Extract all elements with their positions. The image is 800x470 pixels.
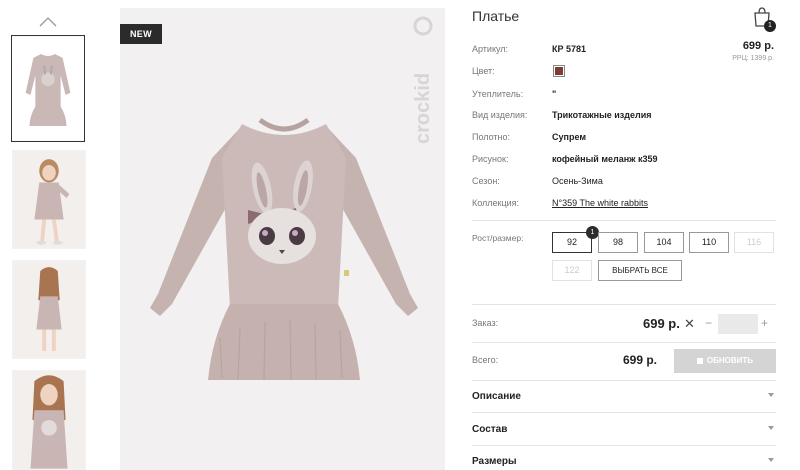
size-label: Рост/размер:	[472, 233, 524, 243]
accordion-title: Размеры	[472, 456, 517, 467]
attr-value: Трикотажные изделия	[552, 110, 652, 120]
product-info-panel: Платье 1 Артикул: КР 5781 699 р. РРЦ: 13…	[472, 0, 776, 470]
thumbnail-strip	[8, 8, 88, 470]
attr-product-type: Вид изделия: Трикотажные изделия	[472, 110, 776, 124]
divider	[472, 412, 776, 413]
attr-label: Рисунок:	[472, 154, 509, 164]
accordion-description[interactable]: Описание	[472, 381, 776, 409]
attr-insulation: Утеплитель: "	[472, 89, 776, 103]
increase-qty-button[interactable]: +	[761, 316, 768, 330]
product-price: 699 р.	[742, 40, 774, 52]
accordion-composition[interactable]: Состав	[472, 414, 776, 442]
attr-fabric: Полотно: Супрем	[472, 132, 776, 146]
attr-label: Цвет:	[472, 66, 495, 76]
cart-button[interactable]: 1	[752, 6, 776, 32]
chevron-down-icon	[768, 393, 774, 397]
attr-label: Коллекция:	[472, 198, 520, 208]
cart-count-badge: 1	[764, 20, 776, 32]
order-price: 699 р.	[643, 316, 680, 331]
rrp-price: РРЦ: 1399 р.	[732, 55, 774, 62]
divider	[472, 220, 776, 221]
attr-label: Сезон:	[472, 176, 500, 186]
dress-illustration	[150, 117, 418, 381]
update-button[interactable]: ОБНОВИТЬ	[674, 349, 776, 373]
chevron-up-icon[interactable]	[38, 14, 58, 28]
thumbnail-model-back[interactable]	[12, 260, 86, 359]
size-option-116: 116	[734, 232, 774, 253]
svg-text:crockid: crockid	[412, 73, 434, 144]
attr-label: Утеплитель:	[472, 89, 524, 99]
attr-value: "	[552, 89, 557, 99]
attr-value: кофейный меланж к359	[552, 154, 658, 164]
attr-label: Вид изделия:	[472, 110, 528, 120]
quantity-input[interactable]	[718, 314, 758, 334]
attr-value: Супрем	[552, 132, 586, 142]
attr-value: КР 5781	[552, 44, 587, 54]
color-swatch-fill	[555, 67, 563, 75]
product-title: Платье	[472, 8, 520, 24]
total-price: 699 р.	[623, 353, 658, 367]
size-option-104[interactable]: 104	[644, 232, 684, 253]
size-option-110[interactable]: 110	[689, 232, 729, 253]
attr-pattern: Рисунок: кофейный меланж к359	[472, 154, 776, 168]
thumbnail-model-front[interactable]	[12, 150, 86, 249]
attr-label: Артикул:	[472, 44, 509, 54]
divider	[472, 342, 776, 343]
product-image[interactable]: NEW crockid	[120, 8, 445, 470]
remove-order-icon[interactable]: ✕	[684, 316, 695, 332]
cart-icon	[696, 357, 703, 364]
attr-season: Сезон: Осень-Зима	[472, 176, 776, 190]
order-label: Заказ:	[472, 318, 499, 328]
size-option-122: 122	[552, 260, 592, 281]
new-badge: NEW	[120, 24, 162, 44]
attr-color: Цвет:	[472, 65, 776, 80]
brand-watermark: crockid	[412, 16, 434, 144]
decrease-qty-button[interactable]: −	[705, 316, 712, 330]
thumbnail-dress[interactable]	[11, 35, 85, 142]
attr-label: Полотно:	[472, 132, 511, 142]
attr-value: Осень-Зима	[552, 176, 603, 186]
chevron-down-icon	[768, 426, 774, 430]
attr-article: Артикул: КР 5781	[472, 44, 776, 58]
select-all-sizes-button[interactable]: ВЫБРАТЬ ВСЕ	[598, 260, 682, 281]
update-button-label: ОБНОВИТЬ	[706, 356, 754, 365]
accordion-title: Состав	[472, 424, 508, 435]
size-option-98[interactable]: 98	[598, 232, 638, 253]
accordion-title: Описание	[472, 391, 521, 402]
thumbnail-model-closeup[interactable]	[12, 370, 86, 470]
color-swatch[interactable]	[553, 65, 565, 77]
chevron-down-icon	[768, 458, 774, 462]
total-label: Всего:	[472, 355, 499, 365]
divider	[472, 304, 776, 305]
accordion-sizes[interactable]: Размеры	[472, 446, 776, 470]
attr-collection: Коллекция: N°359 The white rabbits	[472, 198, 776, 212]
collection-link[interactable]: N°359 The white rabbits	[552, 198, 648, 208]
